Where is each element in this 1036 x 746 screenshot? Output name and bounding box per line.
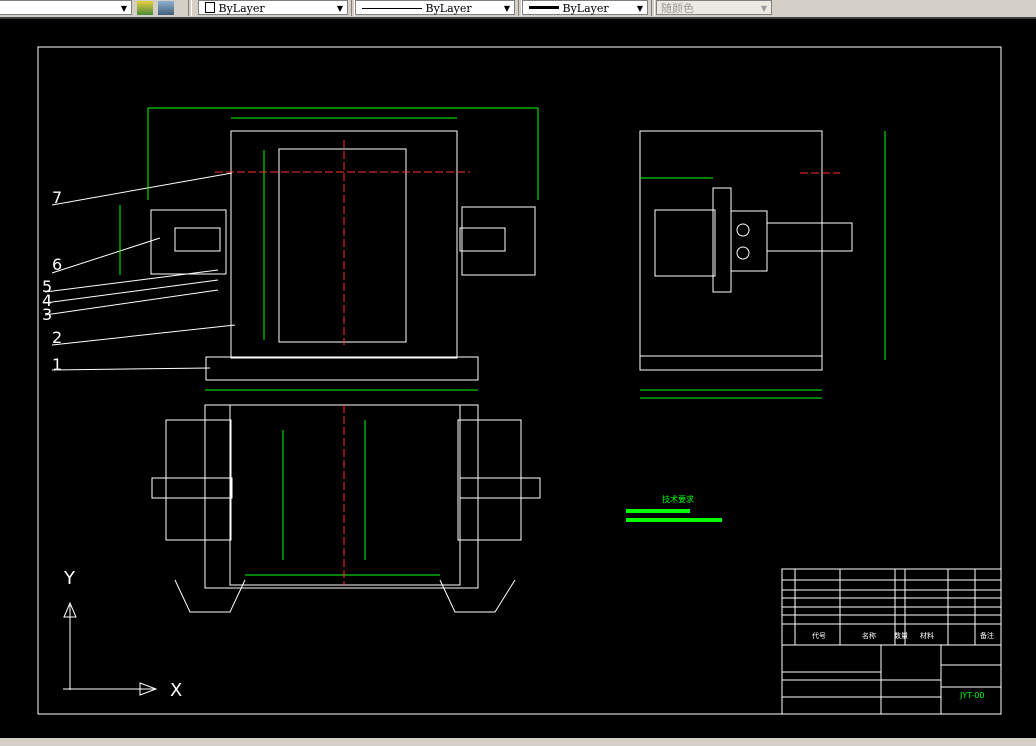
drawing-border [37,46,1002,715]
tech-requirements-lines [626,509,722,522]
chevron-down-icon: ▼ [760,4,767,13]
front-view [151,404,541,613]
balloon-6: 6 [52,255,62,274]
balloon-3: 3 [42,305,52,324]
chevron-down-icon: ▼ [120,4,127,13]
balloon-7: 7 [52,188,62,207]
layer-previous-icon[interactable] [158,1,174,15]
drawing-canvas[interactable]: 7 6 5 4 3 2 1 Y X 技术要求 代号 名称 数量 材料 备注 JY… [0,19,1036,738]
dimensions [119,107,886,576]
top-view [150,130,536,381]
header-name: 名称 [862,631,876,640]
linetype-value: ByLayer [425,2,472,15]
properties-toolbar: ▼ ByLayer ▼ ByLayer ▼ ByLayer ▼ 随颜色 ▼ [0,0,1036,19]
balloon-2: 2 [52,328,62,347]
plotstyle-dropdown: 随颜色 ▼ [656,0,772,15]
linetype-preview-icon [362,8,422,9]
layer-states-icon[interactable] [137,1,153,15]
color-dropdown[interactable]: ByLayer ▼ [198,0,348,15]
header-code: 代号 [812,631,826,640]
title-block-headers: 代号 名称 数量 材料 备注 [812,631,994,640]
linetype-dropdown[interactable]: ByLayer ▼ [355,0,515,15]
cad-drawing: 7 6 5 4 3 2 1 Y X 技术要求 代号 名称 数量 材料 备注 JY… [37,46,1002,715]
chevron-down-icon: ▼ [636,4,643,13]
chevron-down-icon: ▼ [336,4,343,13]
side-view [639,130,853,371]
chevron-down-icon: ▼ [503,4,510,13]
status-strip [0,738,1036,746]
drawing-number: JYT-00 [959,691,984,700]
plotstyle-value: 随颜色 [661,2,694,15]
header-material: 材料 [920,631,934,640]
ucs-x-label: X [170,680,182,701]
balloon-1: 1 [52,355,62,374]
header-remark: 备注 [980,631,994,640]
toolbar-separator [188,0,192,16]
lineweight-value: ByLayer [562,2,609,15]
balloon-leaders [44,172,236,371]
balloon-numbers: 7 6 5 4 3 2 1 [42,188,62,374]
tech-requirements-title: 技术要求 [662,494,694,504]
color-swatch-icon [205,2,215,13]
lineweight-preview-icon [529,6,559,9]
toolbar-separator [651,0,655,16]
ucs-icon [63,601,158,696]
layer-dropdown[interactable]: ▼ [0,0,132,15]
color-value: ByLayer [218,2,265,15]
lineweight-dropdown[interactable]: ByLayer ▼ [522,0,648,15]
ucs-y-label: Y [63,568,76,589]
header-quantity: 数量 [894,631,908,640]
